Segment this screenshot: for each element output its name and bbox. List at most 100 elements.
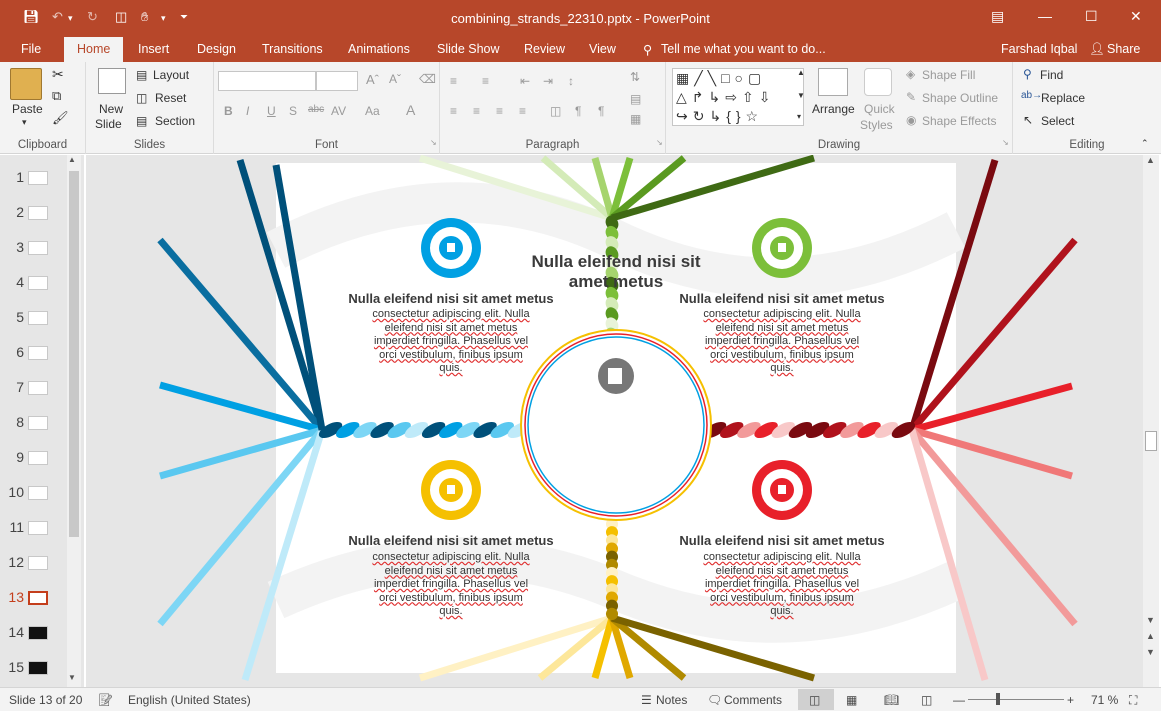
tab-transitions[interactable]: Transitions <box>262 42 323 56</box>
numbering-icon[interactable]: ≡ <box>482 74 489 88</box>
select-button[interactable]: Select <box>1041 114 1074 128</box>
arrange-button[interactable]: Arrange <box>812 102 855 116</box>
quick-styles-label-1[interactable]: Quick <box>864 102 895 116</box>
smartart-icon[interactable]: ▦ <box>630 112 641 126</box>
maximize-icon[interactable]: ☐ <box>1085 8 1098 25</box>
rtl-icon[interactable]: ¶ <box>575 104 581 118</box>
tell-me-box[interactable]: Tell me what you want to do... <box>661 42 826 56</box>
ribbon-display-options-icon[interactable]: ▤ <box>991 8 1004 25</box>
minimize-icon[interactable]: — <box>1038 8 1052 24</box>
slide-sorter-icon[interactable]: ▦ <box>846 693 857 707</box>
underline-icon[interactable]: U <box>267 104 276 118</box>
new-slide-label-2[interactable]: Slide <box>95 117 122 131</box>
slide-thumbnail[interactable] <box>28 521 48 535</box>
next-slide-icon[interactable]: ▼ <box>1146 647 1155 657</box>
align-text-icon[interactable]: ▤ <box>630 92 641 106</box>
section-button[interactable]: Section <box>155 114 195 128</box>
gallery-up-icon[interactable]: ▲ <box>797 68 805 77</box>
tab-insert[interactable]: Insert <box>138 42 169 56</box>
paste-icon[interactable] <box>10 68 42 100</box>
zoom-in-icon[interactable]: + <box>1067 693 1074 707</box>
tab-animations[interactable]: Animations <box>348 42 410 56</box>
reset-button[interactable]: Reset <box>155 91 186 105</box>
thumbnail-number[interactable]: 3 <box>6 239 24 255</box>
columns-icon[interactable]: ◫ <box>550 104 561 118</box>
increase-font-icon[interactable]: Aˆ <box>366 72 379 87</box>
shapes-gallery[interactable]: ▦╱╲□○▢ △↱↳⇨⇧⇩ ↪↻↳{}☆ <box>672 68 804 126</box>
slide-thumbnail[interactable] <box>28 206 48 220</box>
scroll-down-icon[interactable]: ▼ <box>1146 615 1155 625</box>
font-name-field[interactable] <box>218 71 316 91</box>
thumbnail-number[interactable]: 2 <box>6 204 24 220</box>
align-right-icon[interactable]: ≡ <box>496 104 503 118</box>
align-center-icon[interactable]: ≡ <box>473 104 480 118</box>
new-slide-label-1[interactable]: New <box>99 102 123 116</box>
decrease-indent-icon[interactable]: ⇤ <box>520 74 530 88</box>
arrange-icon[interactable] <box>818 68 848 96</box>
thumbnail-number[interactable]: 7 <box>6 379 24 395</box>
quick-styles-label-2[interactable]: Styles <box>860 118 893 132</box>
increase-indent-icon[interactable]: ⇥ <box>543 74 553 88</box>
slide-counter[interactable]: Slide 13 of 20 <box>9 693 82 707</box>
share-button[interactable]: Share <box>1107 42 1140 56</box>
tab-review[interactable]: Review <box>524 42 565 56</box>
spell-check-icon[interactable]: 📝︎ <box>98 693 113 707</box>
shape-outline-button[interactable]: Shape Outline <box>922 91 998 105</box>
thumbnail-number[interactable]: 11 <box>6 519 24 535</box>
slide-thumbnail[interactable] <box>28 241 48 255</box>
justify-icon[interactable]: ≡ <box>519 104 526 118</box>
replace-button[interactable]: Replace <box>1041 91 1085 105</box>
zoom-out-icon[interactable]: — <box>953 693 965 707</box>
slide-thumbnail[interactable] <box>28 591 48 605</box>
font-size-field[interactable] <box>316 71 358 91</box>
close-icon[interactable]: ✕ <box>1130 8 1142 25</box>
slide-thumbnail[interactable] <box>28 276 48 290</box>
tab-home[interactable]: Home <box>64 37 124 62</box>
thumbnail-number[interactable]: 14 <box>6 624 24 640</box>
clear-formatting-icon[interactable]: ⌫ <box>419 72 436 86</box>
tab-slide-show[interactable]: Slide Show <box>437 42 500 56</box>
slide-thumbnail[interactable] <box>28 626 48 640</box>
comments-button[interactable]: Comments <box>724 693 782 707</box>
copy-icon[interactable]: ⧉ <box>52 88 61 104</box>
font-color-icon[interactable]: A <box>406 102 415 118</box>
thumbnail-number[interactable]: 10 <box>6 484 24 500</box>
scroll-up-icon[interactable]: ▲ <box>68 155 76 164</box>
zoom-slider-thumb[interactable] <box>996 693 1000 705</box>
change-case-icon[interactable]: Aa <box>365 104 380 118</box>
gallery-more-icon[interactable]: ▾ <box>797 112 801 121</box>
scroll-thumb[interactable] <box>69 171 79 537</box>
notes-button[interactable]: Notes <box>656 693 687 707</box>
slide-scrollbar[interactable]: ▲ ▼ ▲ ▼ <box>1143 155 1159 687</box>
slide-thumbnail[interactable] <box>28 486 48 500</box>
new-slide-icon[interactable] <box>98 68 126 94</box>
scroll-down-icon[interactable]: ▼ <box>68 673 76 682</box>
thumbnail-number[interactable]: 15 <box>6 659 24 675</box>
scroll-thumb[interactable] <box>1145 431 1157 451</box>
slide-thumbnail[interactable] <box>28 381 48 395</box>
strikethrough-icon[interactable]: abc <box>308 104 324 115</box>
text-direction-icon[interactable]: ⇅ <box>630 70 640 84</box>
align-left-icon[interactable]: ≡ <box>450 104 457 118</box>
tab-design[interactable]: Design <box>197 42 236 56</box>
tab-view[interactable]: View <box>589 42 616 56</box>
user-name[interactable]: Farshad Iqbal <box>1001 42 1077 56</box>
shape-effects-button[interactable]: Shape Effects <box>922 114 997 128</box>
shadow-icon[interactable]: S <box>289 104 297 118</box>
tab-file[interactable]: File <box>21 42 41 56</box>
slide-thumbnail[interactable] <box>28 416 48 430</box>
reading-view-icon[interactable]: 📖︎ <box>884 693 899 707</box>
quick-styles-icon[interactable] <box>864 68 892 96</box>
thumbnail-number[interactable]: 6 <box>6 344 24 360</box>
thumbnail-number[interactable]: 12 <box>6 554 24 570</box>
slide-thumbnail[interactable] <box>28 171 48 185</box>
paste-dropdown-icon[interactable]: ▾ <box>22 117 27 128</box>
slide-thumbnail[interactable] <box>28 451 48 465</box>
gallery-down-icon[interactable]: ▼ <box>797 91 805 100</box>
thumbnail-number[interactable]: 8 <box>6 414 24 430</box>
thumbnail-number[interactable]: 13 <box>6 589 24 605</box>
thumbnail-number[interactable]: 5 <box>6 309 24 325</box>
character-spacing-icon[interactable]: AV <box>331 104 346 118</box>
center-title[interactable]: Nulla eleifend nisi sit amet metus <box>526 252 706 292</box>
slide-thumbnail[interactable] <box>28 346 48 360</box>
